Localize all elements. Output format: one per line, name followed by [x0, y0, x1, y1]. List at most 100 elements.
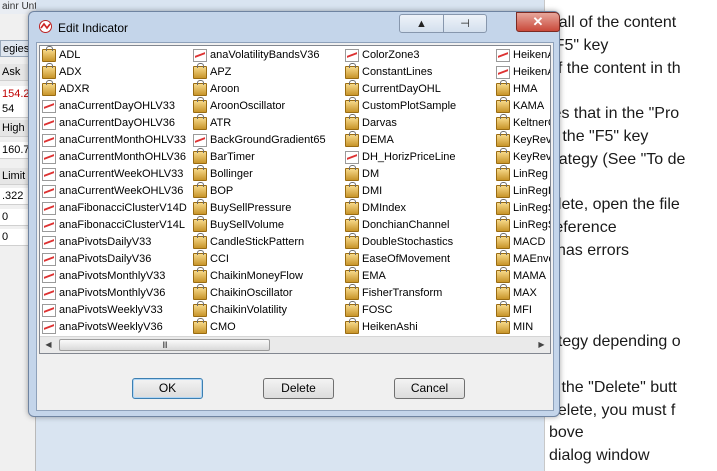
- indicator-item[interactable]: anaCurrentMonthOHLV33: [42, 132, 194, 149]
- indicator-item[interactable]: CustomPlotSample: [345, 97, 497, 115]
- lock-icon: [496, 114, 510, 130]
- indicator-item[interactable]: HeikenAshi: [345, 318, 497, 336]
- indicator-item[interactable]: anaPivotsWeeklyV33: [42, 302, 194, 319]
- lock-icon: [345, 233, 359, 249]
- indicator-item[interactable]: MAEnvelo: [496, 250, 550, 268]
- lock-icon: [193, 97, 207, 113]
- indicator-item[interactable]: anaCurrentWeekOHLV36: [42, 183, 194, 200]
- lock-icon: [496, 97, 510, 113]
- pin-button[interactable]: ⊣: [442, 15, 486, 32]
- indicator-item[interactable]: LinRegInt: [496, 182, 550, 200]
- indicator-item[interactable]: HeikenAs: [496, 47, 550, 64]
- indicator-label: KeltnerCh: [513, 117, 550, 129]
- indicator-item[interactable]: anaVolatilityBandsV36: [193, 47, 345, 64]
- indicator-label: Darvas: [362, 117, 397, 129]
- dialog-titlebar[interactable]: Edit Indicator ▲ ⊣ ✕: [29, 12, 560, 42]
- delete-button[interactable]: Delete: [263, 378, 334, 399]
- indicator-item[interactable]: AroonOscillator: [193, 97, 345, 115]
- indicator-item[interactable]: ChaikinVolatility: [193, 301, 345, 319]
- indicator-item[interactable]: BuySellPressure: [193, 199, 345, 217]
- scroll-right-icon[interactable]: ▶: [533, 337, 550, 353]
- indicator-label: DEMA: [362, 134, 394, 146]
- dialog-pin-controls: ▲ ⊣: [399, 14, 487, 33]
- indicator-item[interactable]: CandleStickPattern: [193, 233, 345, 251]
- horizontal-scrollbar[interactable]: ◀ III ▶: [40, 336, 550, 353]
- up-arrow-icon: ▲: [416, 17, 427, 30]
- document-line: l has errors: [549, 242, 630, 259]
- indicator-item[interactable]: APZ: [193, 63, 345, 81]
- indicator-item[interactable]: anaPivotsWeeklyV36: [42, 319, 194, 336]
- indicator-item[interactable]: DonchianChannel: [345, 216, 497, 234]
- indicator-item[interactable]: BuySellVolume: [193, 216, 345, 234]
- indicator-item[interactable]: ADL: [42, 46, 194, 64]
- indicator-item[interactable]: EMA: [345, 267, 497, 285]
- indicator-item[interactable]: Aroon: [193, 80, 345, 98]
- indicator-item[interactable]: KeltnerCh: [496, 114, 550, 132]
- indicator-item[interactable]: anaPivotsMonthlyV36: [42, 285, 194, 302]
- indicator-item[interactable]: DH_HorizPriceLine: [345, 149, 497, 166]
- indicator-item[interactable]: BOP: [193, 182, 345, 200]
- indicator-item[interactable]: ATR: [193, 114, 345, 132]
- indicator-label: EMA: [362, 270, 386, 282]
- indicator-item[interactable]: Bollinger: [193, 165, 345, 183]
- indicator-item[interactable]: anaCurrentDayOHLV36: [42, 115, 194, 132]
- lock-icon: [496, 284, 510, 300]
- indicator-item[interactable]: BackGroundGradient65: [193, 132, 345, 149]
- indicator-item[interactable]: ColorZone3: [345, 47, 497, 64]
- indicator-item[interactable]: DEMA: [345, 131, 497, 149]
- indicator-item[interactable]: anaPivotsDailyV36: [42, 251, 194, 268]
- indicator-item[interactable]: EaseOfMovement: [345, 250, 497, 268]
- indicator-item[interactable]: BarTimer: [193, 148, 345, 166]
- indicator-item[interactable]: anaFibonacciClusterV14L: [42, 217, 194, 234]
- indicator-item[interactable]: ChaikinOscillator: [193, 284, 345, 302]
- indicator-item[interactable]: anaFibonacciClusterV14D: [42, 200, 194, 217]
- indicator-item[interactable]: LinRegSlo: [496, 216, 550, 234]
- indicator-item[interactable]: CMO: [193, 318, 345, 336]
- chart-icon: [345, 49, 359, 62]
- indicator-item[interactable]: anaCurrentMonthOHLV36: [42, 149, 194, 166]
- indicator-item[interactable]: DMI: [345, 182, 497, 200]
- lock-icon: [345, 267, 359, 283]
- indicator-item[interactable]: KeyRever: [496, 148, 550, 166]
- lock-icon: [193, 182, 207, 198]
- close-button[interactable]: ✕: [516, 12, 560, 32]
- indicator-item[interactable]: ADXR: [42, 80, 194, 98]
- scroll-left-icon[interactable]: ◀: [40, 337, 57, 353]
- ok-button[interactable]: OK: [132, 378, 203, 399]
- indicator-item[interactable]: anaPivotsDailyV33: [42, 234, 194, 251]
- indicator-item[interactable]: LinRegSlo: [496, 199, 550, 217]
- indicator-item[interactable]: MAX: [496, 284, 550, 302]
- indicator-item[interactable]: MAMA: [496, 267, 550, 285]
- indicator-list[interactable]: ADL ADX ADXR anaCurrentDayOHLV33 anaCurrentD…: [39, 45, 551, 354]
- indicator-item[interactable]: FisherTransform: [345, 284, 497, 302]
- indicator-label: ChaikinMoneyFlow: [210, 270, 303, 282]
- indicator-item[interactable]: LinReg: [496, 165, 550, 183]
- edit-indicator-dialog: Edit Indicator ▲ ⊣ ✕ ADL ADX ADXR anaCurren…: [28, 11, 560, 417]
- indicator-item[interactable]: anaPivotsMonthlyV33: [42, 268, 194, 285]
- dialog-title: Edit Indicator: [58, 21, 129, 35]
- indicator-item[interactable]: CCI: [193, 250, 345, 268]
- indicator-item[interactable]: MACD: [496, 233, 550, 251]
- indicator-item[interactable]: DM: [345, 165, 497, 183]
- indicator-item[interactable]: Darvas: [345, 114, 497, 132]
- indicator-item[interactable]: HeikenAs: [496, 64, 550, 81]
- indicator-item[interactable]: ADX: [42, 63, 194, 81]
- indicator-item[interactable]: KAMA: [496, 97, 550, 115]
- indicator-item[interactable]: MIN: [496, 318, 550, 336]
- indicator-item[interactable]: ConstantLines: [345, 63, 497, 81]
- indicator-item[interactable]: HMA: [496, 80, 550, 98]
- indicator-item[interactable]: anaCurrentDayOHLV33: [42, 98, 194, 115]
- cancel-button[interactable]: Cancel: [394, 378, 465, 399]
- indicator-item[interactable]: FOSC: [345, 301, 497, 319]
- indicator-item[interactable]: ChaikinMoneyFlow: [193, 267, 345, 285]
- scrollbar-thumb[interactable]: III: [59, 339, 270, 351]
- indicator-item[interactable]: anaCurrentWeekOHLV33: [42, 166, 194, 183]
- indicator-item[interactable]: CurrentDayOHL: [345, 80, 497, 98]
- indicator-item[interactable]: KeyRever: [496, 131, 550, 149]
- indicator-item[interactable]: DoubleStochastics: [345, 233, 497, 251]
- indicator-label: anaCurrentDayOHLV33: [59, 100, 175, 112]
- move-up-button[interactable]: ▲: [400, 15, 443, 32]
- indicator-label: BackGroundGradient65: [210, 134, 326, 146]
- indicator-item[interactable]: DMIndex: [345, 199, 497, 217]
- indicator-item[interactable]: MFI: [496, 301, 550, 319]
